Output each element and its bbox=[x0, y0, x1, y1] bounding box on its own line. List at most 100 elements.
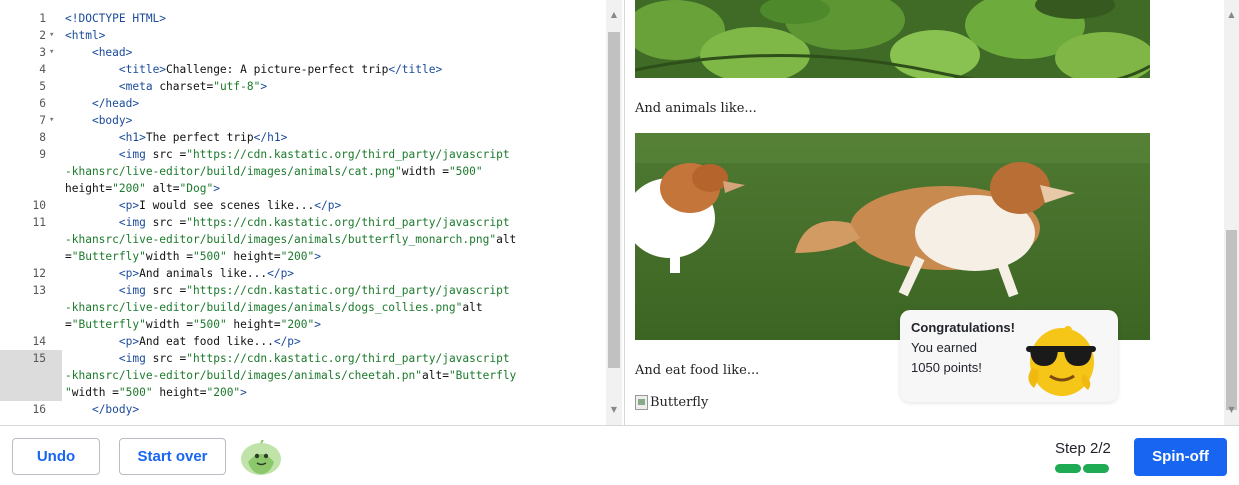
code-line[interactable]: <html> bbox=[65, 27, 105, 44]
fold-arrow-icon[interactable]: ▾ bbox=[49, 44, 54, 61]
code-string-token: "200" bbox=[280, 250, 315, 263]
code-tag-token: </title> bbox=[388, 63, 443, 76]
code-text-token: And animals like... bbox=[139, 267, 268, 280]
code-string-token: "500" bbox=[448, 165, 483, 178]
code-line[interactable]: <!DOCTYPE HTML> bbox=[65, 10, 166, 27]
congratulations-toast: Congratulations! You earned 1050 points! bbox=[900, 310, 1118, 402]
code-string-token: " bbox=[65, 386, 72, 399]
undo-button[interactable]: Undo bbox=[12, 438, 100, 475]
code-line[interactable]: <head> bbox=[65, 44, 132, 61]
code-tag-token: <p> bbox=[118, 199, 140, 212]
code-tag-token: > bbox=[213, 182, 220, 195]
preview-scrollbar[interactable]: ▲ ▼ bbox=[1224, 0, 1239, 425]
code-tag-token: <head> bbox=[91, 46, 133, 59]
code-tag-token: > bbox=[314, 250, 322, 263]
scroll-down-arrow-icon[interactable]: ▼ bbox=[606, 403, 622, 417]
code-text-token: The perfect trip bbox=[145, 131, 254, 144]
code-tag-token: <title> bbox=[118, 63, 167, 76]
code-text-token: height= bbox=[226, 250, 281, 263]
step-indicator-label: Step 2/2 bbox=[1055, 440, 1111, 457]
code-text-token: height= bbox=[152, 386, 207, 399]
code-tag-token: </p> bbox=[273, 335, 301, 348]
broken-image-alt-text: Butterfly bbox=[650, 395, 709, 410]
preview-scroll-down-icon[interactable]: ▼ bbox=[1224, 403, 1239, 417]
start-over-button[interactable]: Start over bbox=[119, 438, 226, 475]
code-line[interactable]: -khansrc/live-editor/build/images/animal… bbox=[65, 299, 483, 316]
code-text-token: I would see scenes like... bbox=[139, 199, 315, 212]
preview-scroll-up-icon[interactable]: ▲ bbox=[1224, 8, 1239, 22]
code-line[interactable]: <meta charset="utf-8"> bbox=[65, 78, 267, 95]
code-tag-token: <img bbox=[118, 284, 153, 297]
fold-arrow-icon[interactable]: ▾ bbox=[49, 112, 54, 129]
code-line[interactable]: -khansrc/live-editor/build/images/animal… bbox=[65, 231, 516, 248]
code-tag-token: <img bbox=[118, 148, 153, 161]
preview-scrollbar-thumb[interactable] bbox=[1226, 230, 1237, 410]
leaves-image bbox=[635, 0, 1150, 78]
code-text-token: src = bbox=[152, 216, 187, 229]
code-string-token: "200" bbox=[112, 182, 146, 195]
code-line[interactable]: <img src ="https://cdn.kastatic.org/thir… bbox=[65, 214, 510, 231]
code-line[interactable]: <p>And eat food like...</p> bbox=[65, 333, 301, 350]
code-text-token: src = bbox=[152, 148, 187, 161]
code-string-token: "Butterfly bbox=[448, 369, 517, 382]
step-1-progress-pill bbox=[1055, 464, 1081, 473]
code-line[interactable]: height="200" alt="Dog"> bbox=[65, 180, 220, 197]
code-line[interactable]: <img src ="https://cdn.kastatic.org/thir… bbox=[65, 146, 510, 163]
editor-scrollbar-thumb[interactable] bbox=[608, 32, 620, 368]
code-text-token: alt bbox=[496, 233, 517, 246]
code-string-token: "https://cdn.kastatic.org/third_party/ja… bbox=[186, 148, 510, 161]
code-text-token: Challenge: A picture-perfect trip bbox=[166, 63, 389, 76]
code-line[interactable]: <h1>The perfect trip</h1> bbox=[65, 129, 287, 146]
code-string-token: "Butterfly" bbox=[71, 250, 146, 263]
step-2-progress-pill bbox=[1083, 464, 1109, 473]
code-tag-token: <body> bbox=[91, 114, 133, 127]
code-text-token: src = bbox=[152, 284, 187, 297]
code-text-token: = bbox=[65, 250, 72, 263]
spin-off-button[interactable]: Spin-off bbox=[1134, 438, 1227, 476]
fold-arrow-icon[interactable]: ▾ bbox=[49, 27, 54, 44]
code-string-token: "500" bbox=[193, 250, 227, 263]
code-text-token: height= bbox=[65, 182, 113, 195]
code-string-token: "Dog" bbox=[179, 182, 214, 195]
code-tag-token: <html> bbox=[65, 29, 106, 42]
editor-scrollbar[interactable]: ▲ ▼ bbox=[606, 0, 622, 425]
code-line[interactable]: <p>I would see scenes like...</p> bbox=[65, 197, 341, 214]
line-number: 8 bbox=[39, 131, 46, 144]
code-line[interactable]: ="Butterfly"width ="500" height="200"> bbox=[65, 248, 321, 265]
code-line[interactable]: -khansrc/live-editor/build/images/animal… bbox=[65, 367, 516, 384]
code-text-token: width = bbox=[145, 318, 193, 331]
code-line[interactable]: <img src ="https://cdn.kastatic.org/thir… bbox=[65, 350, 510, 367]
code-tag-token: <!DOCTYPE HTML> bbox=[65, 12, 167, 25]
code-text-token: charset= bbox=[159, 80, 214, 93]
broken-image: Butterfly bbox=[635, 395, 708, 410]
code-line[interactable]: ="Butterfly"width ="500" height="200"> bbox=[65, 316, 321, 333]
avatar-icon[interactable] bbox=[240, 440, 282, 475]
code-string-token: "500" bbox=[118, 386, 153, 399]
code-tag-token: </p> bbox=[314, 199, 342, 212]
code-text-token: src = bbox=[152, 352, 187, 365]
code-tag-token: </body> bbox=[91, 403, 140, 416]
toast-title: Congratulations! bbox=[911, 320, 1015, 335]
code-editor[interactable]: 1 2 ▾ 3 ▾ 4 5 6 7 ▾ 8 9 10 11 12 13 14 15 16 <!DOCTYPE HTM… bbox=[0, 0, 625, 425]
code-line[interactable]: "width ="500" height="200"> bbox=[65, 384, 247, 401]
line-number: 16 bbox=[32, 403, 46, 416]
collies-image bbox=[635, 133, 1150, 340]
code-tag-token: > bbox=[240, 386, 247, 399]
scroll-up-arrow-icon[interactable]: ▲ bbox=[606, 8, 622, 22]
code-string-token: "500" bbox=[193, 318, 227, 331]
code-line[interactable]: <title>Challenge: A picture-perfect trip… bbox=[65, 61, 442, 78]
code-tag-token: <p> bbox=[118, 335, 140, 348]
code-line[interactable]: <img src ="https://cdn.kastatic.org/thir… bbox=[65, 282, 510, 299]
code-string-token: "utf-8" bbox=[213, 80, 261, 93]
code-line[interactable]: </body> bbox=[65, 401, 139, 418]
code-line[interactable]: <p>And animals like...</p> bbox=[65, 265, 294, 282]
code-line[interactable]: <body> bbox=[65, 112, 132, 129]
code-line[interactable]: </head> bbox=[65, 95, 139, 112]
code-line[interactable]: -khansrc/live-editor/build/images/animal… bbox=[65, 163, 483, 180]
